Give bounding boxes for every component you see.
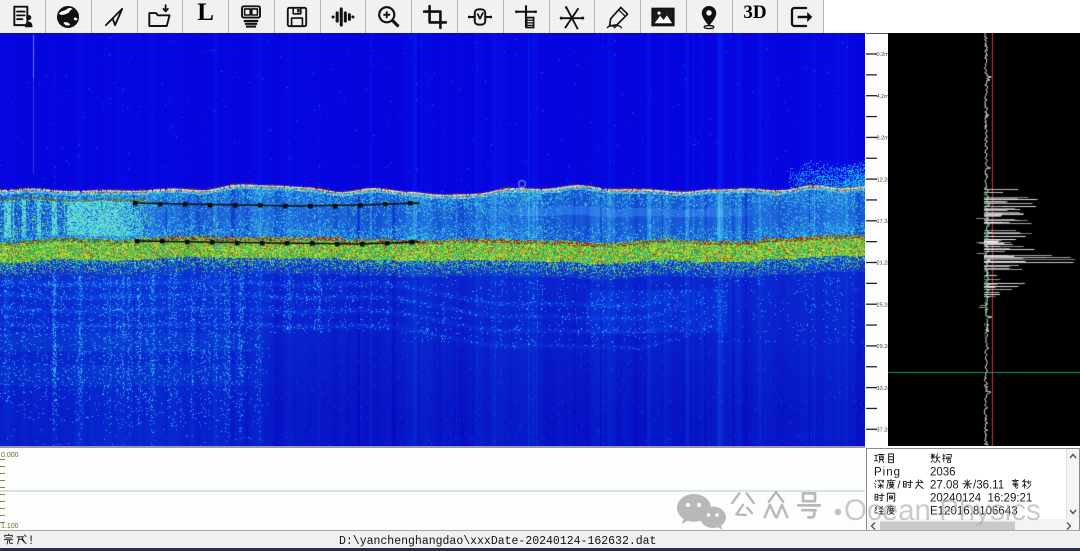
- svg-text:12.2m: 12.2m: [877, 177, 889, 183]
- svg-text:33.2m: 33.2m: [877, 386, 889, 392]
- svg-text:17.2m: 17.2m: [877, 219, 889, 225]
- svg-text:8.2m: 8.2m: [877, 136, 889, 142]
- svg-text:!: !: [30, 535, 33, 547]
- svg-text:1.100: 1.100: [1, 523, 19, 530]
- svg-text:25.2m: 25.2m: [877, 302, 889, 308]
- svg-text:37.2m: 37.2m: [877, 428, 889, 434]
- svg-text:Ping: Ping: [874, 467, 901, 479]
- svg-text:0.2m: 0.2m: [877, 52, 889, 58]
- svg-text:21.2m: 21.2m: [877, 261, 889, 267]
- svg-text:D:\yanchenghangdao\xxxDate-202: D:\yanchenghangdao\xxxDate-20240124-1626…: [339, 535, 656, 548]
- svg-text:0.000: 0.000: [1, 452, 19, 459]
- svg-text:4.2m: 4.2m: [877, 94, 889, 100]
- svg-text:Ocean Physics: Ocean Physics: [844, 494, 1041, 527]
- svg-text:2036: 2036: [930, 467, 956, 479]
- svg-text:29.2m: 29.2m: [877, 344, 889, 350]
